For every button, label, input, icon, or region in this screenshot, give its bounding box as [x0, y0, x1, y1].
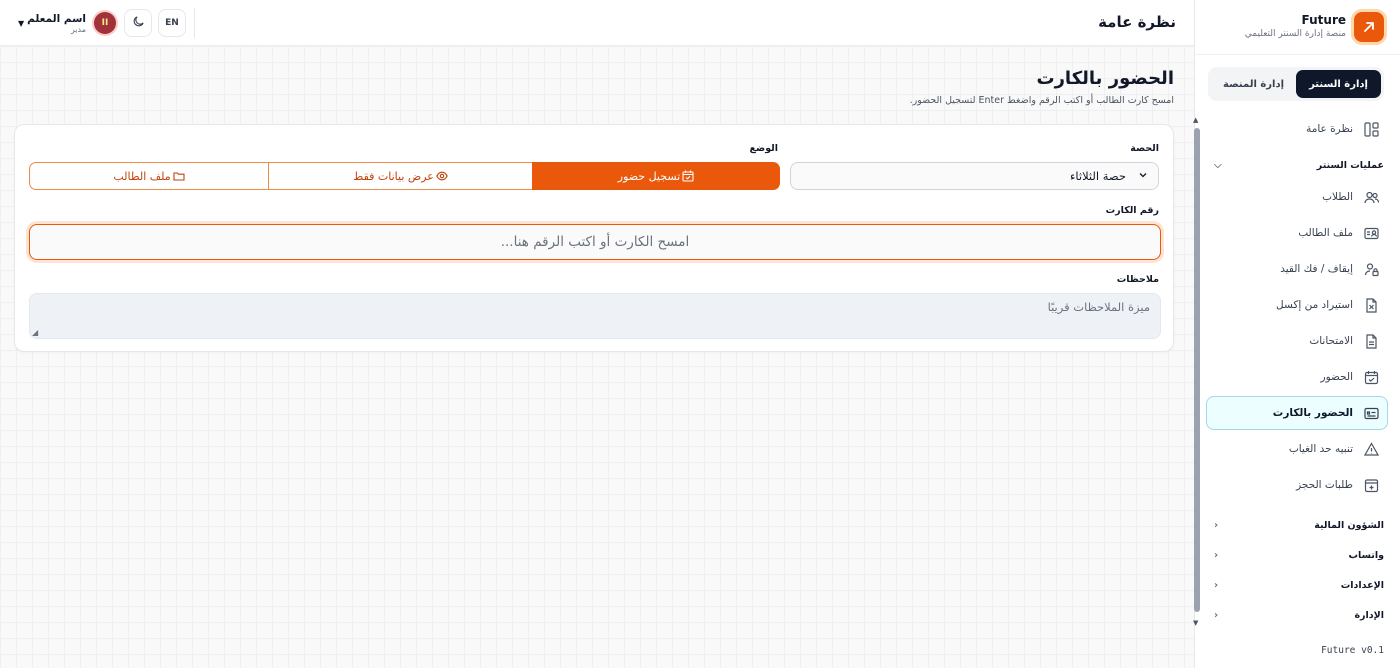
sidebar-item-students[interactable]: الطلاب [1206, 180, 1388, 214]
sidebar-item-card-attendance[interactable]: الحضور بالكارت [1206, 396, 1388, 430]
sidebar-group-label: واتساب [1348, 549, 1384, 561]
mode-student-file-button[interactable]: ملف الطالب [29, 162, 268, 190]
session-select[interactable]: حصة الثلاثاء [790, 162, 1159, 190]
switch-center-button[interactable]: إدارة السنتر [1296, 70, 1381, 98]
app-root: Future منصة إدارة السنتر التعليمي إدارة … [0, 0, 1400, 668]
user-name: اسم المعلم [27, 12, 86, 25]
theme-toggle-button[interactable] [124, 9, 152, 37]
brand-logo-icon [1354, 12, 1384, 42]
brand[interactable]: Future منصة إدارة السنتر التعليمي [1210, 8, 1384, 46]
chevron-left-icon: ‹ [1214, 609, 1219, 621]
card-number-input[interactable]: امسح الكارت أو اكتب الرقم هنا... [29, 224, 1161, 260]
caret-down-icon: ▼ [18, 18, 25, 28]
page-heading: الحضور بالكارت [1036, 68, 1174, 89]
sidebar-item-label: طلبات الحجز [1296, 479, 1353, 491]
sidebar-group-admin[interactable]: الإدارة ‹ [1206, 600, 1388, 630]
sidebar-item-student-file[interactable]: ملف الطالب [1206, 216, 1388, 250]
sidebar-group-finance[interactable]: الشؤون المالية ‹ [1206, 510, 1388, 540]
chevron-left-icon: ‹ [1214, 549, 1219, 561]
page-subtitle: امسح كارت الطالب أو اكتب الرقم واضغط Ent… [909, 95, 1174, 106]
brand-name: Future [1301, 13, 1346, 27]
excel-file-icon [1363, 297, 1379, 313]
chevron-down-icon: ⌵ [1214, 159, 1222, 171]
sidebar-item-label: الحضور [1320, 371, 1354, 383]
mode-button-label: عرض بيانات فقط [353, 169, 434, 183]
calendar-plus-icon [1363, 477, 1379, 493]
switch-platform-button[interactable]: إدارة المنصة [1211, 70, 1296, 98]
sidebar-item-label: استيراد من إكسل [1276, 299, 1353, 311]
chevron-left-icon: ‹ [1214, 579, 1219, 591]
sidebar-item-attendance[interactable]: الحضور [1206, 360, 1388, 394]
sidebar-item-bookings[interactable]: طلبات الحجز [1206, 468, 1388, 502]
sidebar-item-label: الحضور بالكارت [1272, 407, 1353, 419]
notes-textarea[interactable]: ميزة الملاحظات قريبًا ◢ [29, 293, 1161, 339]
card-number-label: رقم الكارت [1105, 205, 1159, 216]
mode-segmented-control: تسجيل حضور عرض بيانات فقط ملف الطالب [29, 162, 780, 190]
user-role: مدير [70, 24, 86, 34]
sidebar-item-import-excel[interactable]: استيراد من إكسل [1206, 288, 1388, 322]
resize-handle-icon[interactable]: ◢ [32, 328, 38, 337]
eye-icon [436, 170, 448, 182]
sidebar-item-exams[interactable]: الامتحانات [1206, 324, 1388, 358]
sidebar-group-label: عمليات السنتر [1316, 159, 1384, 171]
sidebar-group-label: الشؤون المالية [1314, 519, 1384, 531]
scrollbar-thumb[interactable] [1194, 128, 1200, 612]
card-scan-icon [1363, 405, 1379, 421]
sidebar-group-label: الإدارة [1354, 609, 1384, 621]
session-select-value: حصة الثلاثاء [1069, 169, 1126, 183]
sidebar-group-whatsapp[interactable]: واتساب ‹ [1206, 540, 1388, 570]
scroll-up-arrow-icon[interactable]: ▲ [1193, 116, 1198, 124]
version-label: Future v0.1 [1321, 645, 1384, 656]
layout-grid-icon [1363, 121, 1379, 137]
notes-label: ملاحظات [1116, 274, 1159, 285]
warning-icon [1363, 441, 1379, 457]
topbar-divider [194, 8, 195, 38]
chevron-down-icon [1138, 170, 1148, 183]
sidebar-group-settings[interactable]: الإعدادات ‹ [1206, 570, 1388, 600]
user-lock-icon [1363, 261, 1379, 277]
sidebar-item-suspend[interactable]: إيقاف / فك القيد [1206, 252, 1388, 286]
sidebar-nav: نظرة عامة عمليات السنتر ⌵ الطلاب ملف الط… [1194, 112, 1400, 630]
language-toggle-button[interactable]: EN [158, 9, 186, 37]
sidebar-item-label: ملف الطالب [1298, 227, 1353, 239]
calendar-check-icon [682, 170, 694, 182]
calendar-check-icon [1363, 369, 1379, 385]
chevron-left-icon: ‹ [1214, 519, 1219, 531]
sidebar-divider [1194, 54, 1400, 55]
workspace-switcher: إدارة السنتر إدارة المنصة [1208, 67, 1384, 101]
card-attendance-form: الحصة حصة الثلاثاء الوضع تسجيل حضور عرض … [14, 124, 1174, 352]
scroll-down-arrow-icon[interactable]: ▼ [1193, 619, 1198, 627]
folder-icon [173, 170, 185, 182]
document-icon [1363, 333, 1379, 349]
mode-view-only-button[interactable]: عرض بيانات فقط [268, 162, 532, 190]
moon-icon [132, 15, 145, 31]
user-menu[interactable]: ▼ اسم المعلم مدير II [18, 9, 116, 37]
main-content: الحضور بالكارت امسح كارت الطالب أو اكتب … [0, 46, 1194, 668]
sidebar-group-label: الإعدادات [1340, 579, 1384, 591]
mode-record-attendance-button[interactable]: تسجيل حضور [532, 162, 780, 190]
avatar[interactable]: II [94, 12, 116, 34]
sidebar-item-label: إيقاف / فك القيد [1280, 263, 1353, 275]
sidebar-group-ops[interactable]: عمليات السنتر ⌵ [1206, 150, 1388, 180]
sidebar-item-absence-alert[interactable]: تنبيه حد الغياب [1206, 432, 1388, 466]
brand-subtitle: منصة إدارة السنتر التعليمي [1244, 29, 1346, 39]
mode-label: الوضع [749, 143, 778, 154]
sidebar-item-label: الامتحانات [1309, 335, 1353, 347]
user-info: اسم المعلم مدير [27, 13, 86, 34]
users-icon [1363, 189, 1379, 205]
session-label: الحصة [1130, 143, 1159, 154]
sidebar-item-label: نظرة عامة [1306, 123, 1353, 135]
sidebar: Future منصة إدارة السنتر التعليمي إدارة … [1194, 0, 1400, 668]
mode-button-label: ملف الطالب [113, 169, 171, 183]
sidebar-item-label: تنبيه حد الغياب [1288, 443, 1353, 455]
notes-placeholder: ميزة الملاحظات قريبًا [1047, 300, 1150, 314]
id-card-icon [1363, 225, 1379, 241]
mode-button-label: تسجيل حضور [617, 169, 681, 183]
page-title: نظرة عامة [1098, 13, 1176, 31]
topbar: نظرة عامة ▼ اسم المعلم مدير II EN [0, 0, 1194, 46]
sidebar-item-overview[interactable]: نظرة عامة [1206, 112, 1388, 146]
sidebar-item-label: الطلاب [1322, 191, 1353, 203]
